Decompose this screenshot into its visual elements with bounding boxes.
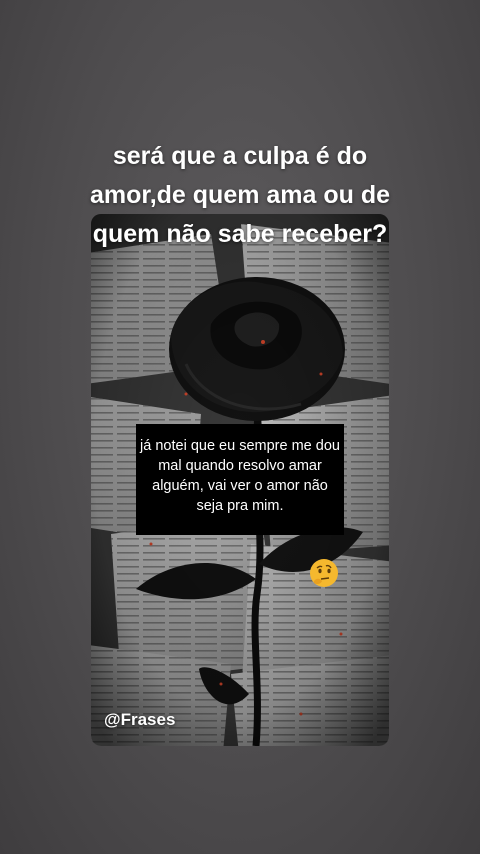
story-headline: será que a culpa é do amor,de quem ama o… [89,142,391,248]
author-handle[interactable]: @Frases [104,709,175,731]
thinking-face-icon[interactable] [308,557,340,589]
quote-caption: já notei que eu sempre me dou mal quando… [136,424,344,535]
story-screen[interactable]: será que a culpa é do amor,de quem ama o… [0,0,480,854]
